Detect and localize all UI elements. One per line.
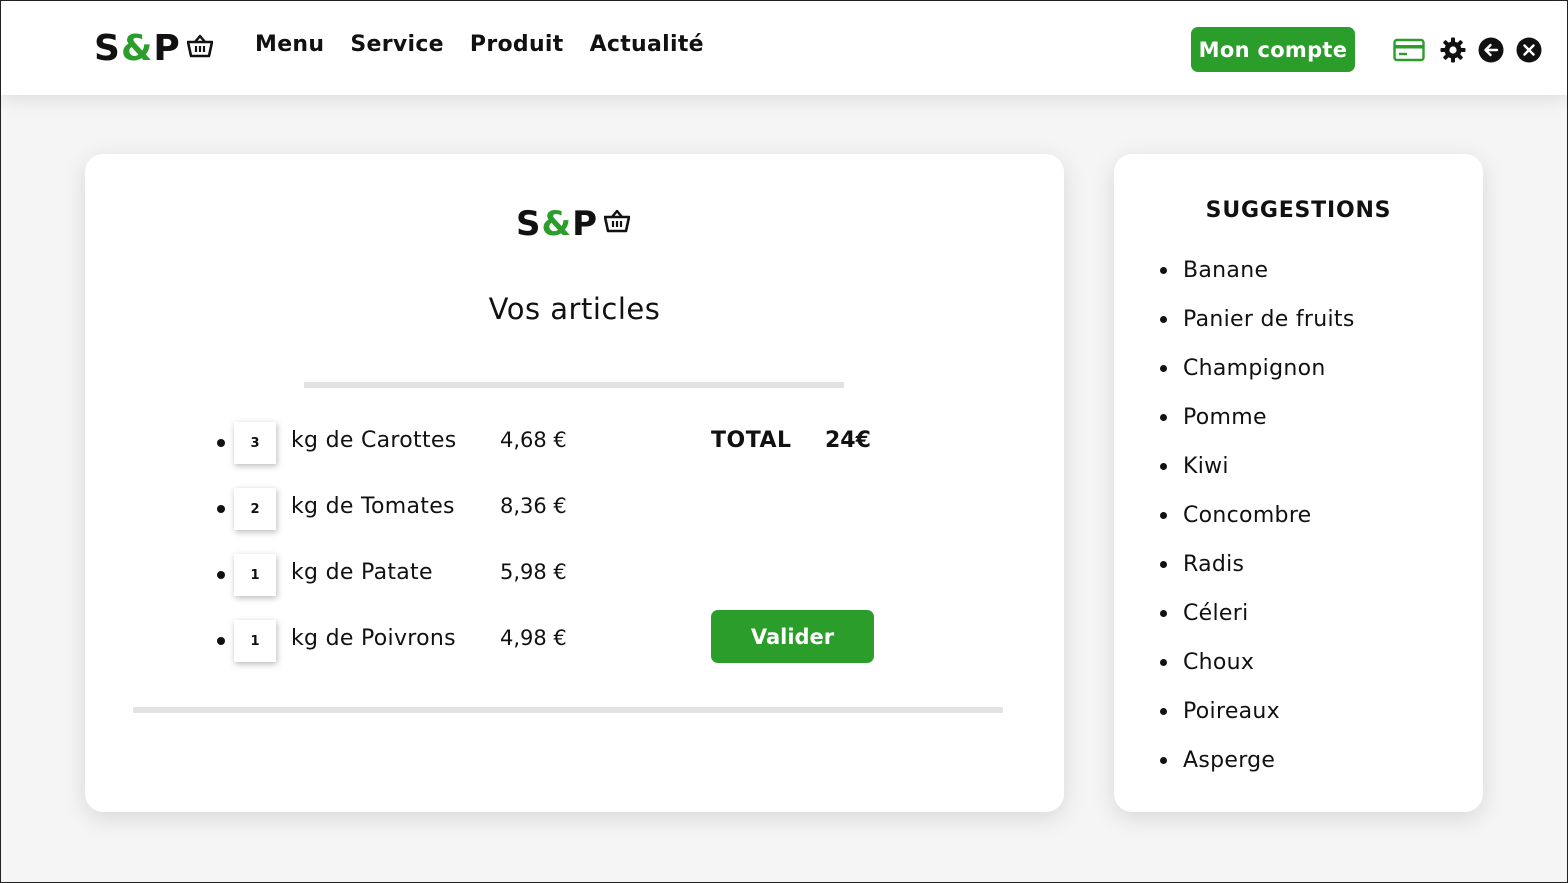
item-price: 4,68 € — [500, 428, 567, 452]
divider — [133, 707, 1003, 713]
nav-item-service[interactable]: Service — [350, 32, 444, 57]
bullet — [1160, 414, 1167, 421]
suggestion-label: Concombre — [1183, 503, 1312, 528]
basket-icon — [186, 27, 214, 67]
bullet — [1160, 267, 1167, 274]
suggestion-label: Céleri — [1183, 601, 1249, 626]
logo-letter-p: P — [572, 204, 599, 244]
suggestions-title: SUGGESTIONS — [1205, 198, 1392, 223]
bullet — [1160, 316, 1167, 323]
suggestion-label: Poireaux — [1183, 699, 1280, 724]
suggestion-label: Champignon — [1183, 356, 1326, 381]
suggestion-item[interactable]: Banane — [1160, 246, 1355, 295]
logo-letter-s: S — [516, 204, 542, 244]
credit-card-icon[interactable] — [1393, 36, 1425, 64]
bullet — [1160, 463, 1167, 470]
suggestion-label: Kiwi — [1183, 454, 1229, 479]
item-price: 8,36 € — [500, 494, 567, 518]
basket-icon — [603, 202, 631, 242]
suggestion-item[interactable]: Asperge — [1160, 736, 1355, 785]
bullet — [1160, 610, 1167, 617]
quantity-field[interactable]: 3 — [234, 422, 276, 464]
nav-item-menu[interactable]: Menu — [255, 32, 324, 57]
item-price: 4,98 € — [500, 626, 567, 650]
bullet — [217, 505, 225, 513]
suggestion-item[interactable]: Panier de fruits — [1160, 295, 1355, 344]
item-name: kg de Carottes — [291, 428, 457, 453]
item-name: kg de Poivrons — [291, 626, 456, 651]
close-icon[interactable] — [1515, 36, 1543, 64]
suggestion-item[interactable]: Champignon — [1160, 344, 1355, 393]
site-logo[interactable]: S & P — [94, 27, 214, 69]
suggestion-label: Radis — [1183, 552, 1245, 577]
suggestions-panel: SUGGESTIONS Banane Panier de fruits Cham… — [1114, 154, 1483, 812]
total-value: 24€ — [825, 428, 871, 453]
item-name: kg de Tomates — [291, 494, 455, 519]
bullet — [1160, 659, 1167, 666]
suggestion-item[interactable]: Concombre — [1160, 491, 1355, 540]
suggestion-item[interactable]: Pomme — [1160, 393, 1355, 442]
arrow-left-icon[interactable] — [1477, 36, 1505, 64]
nav-item-produit[interactable]: Produit — [470, 32, 564, 57]
suggestions-list: Banane Panier de fruits Champignon Pomme… — [1160, 246, 1355, 785]
validate-button[interactable]: Valider — [711, 610, 874, 663]
bullet — [1160, 708, 1167, 715]
bullet — [217, 571, 225, 579]
suggestion-item[interactable]: Céleri — [1160, 589, 1355, 638]
divider — [304, 382, 844, 388]
logo-ampersand: & — [541, 204, 573, 244]
suggestion-label: Panier de fruits — [1183, 307, 1355, 332]
quantity-field[interactable]: 1 — [234, 620, 276, 662]
nav-item-actualite[interactable]: Actualité — [590, 32, 704, 57]
item-name: kg de Patate — [291, 560, 433, 585]
main-nav: Menu Service Produit Actualité — [255, 32, 704, 57]
logo-ampersand: & — [120, 28, 154, 69]
my-account-button[interactable]: Mon compte — [1191, 27, 1355, 72]
bullet — [217, 439, 225, 447]
logo-letter-s: S — [94, 28, 121, 69]
bullet — [1160, 757, 1167, 764]
suggestion-label: Banane — [1183, 258, 1269, 283]
suggestion-item[interactable]: Radis — [1160, 540, 1355, 589]
suggestion-item[interactable]: Poireaux — [1160, 687, 1355, 736]
cart-title: Vos articles — [488, 292, 661, 326]
cart-logo: S & P — [516, 202, 631, 244]
bullet — [1160, 365, 1167, 372]
bullet — [1160, 512, 1167, 519]
gear-icon[interactable] — [1439, 36, 1467, 64]
suggestion-label: Choux — [1183, 650, 1255, 675]
suggestion-label: Pomme — [1183, 405, 1267, 430]
suggestion-item[interactable]: Choux — [1160, 638, 1355, 687]
top-header: S & P Menu Service Produit Actualité Mon c… — [1, 1, 1567, 95]
bullet — [217, 637, 225, 645]
item-price: 5,98 € — [500, 560, 567, 584]
logo-letter-p: P — [153, 28, 181, 69]
quantity-field[interactable]: 1 — [234, 554, 276, 596]
bullet — [1160, 561, 1167, 568]
cart-panel: S & P Vos articles 3 kg de Carottes 4,68 €… — [85, 154, 1064, 812]
suggestion-item[interactable]: Kiwi — [1160, 442, 1355, 491]
quantity-field[interactable]: 2 — [234, 488, 276, 530]
total-label: TOTAL — [711, 428, 792, 453]
suggestion-label: Asperge — [1183, 748, 1276, 773]
